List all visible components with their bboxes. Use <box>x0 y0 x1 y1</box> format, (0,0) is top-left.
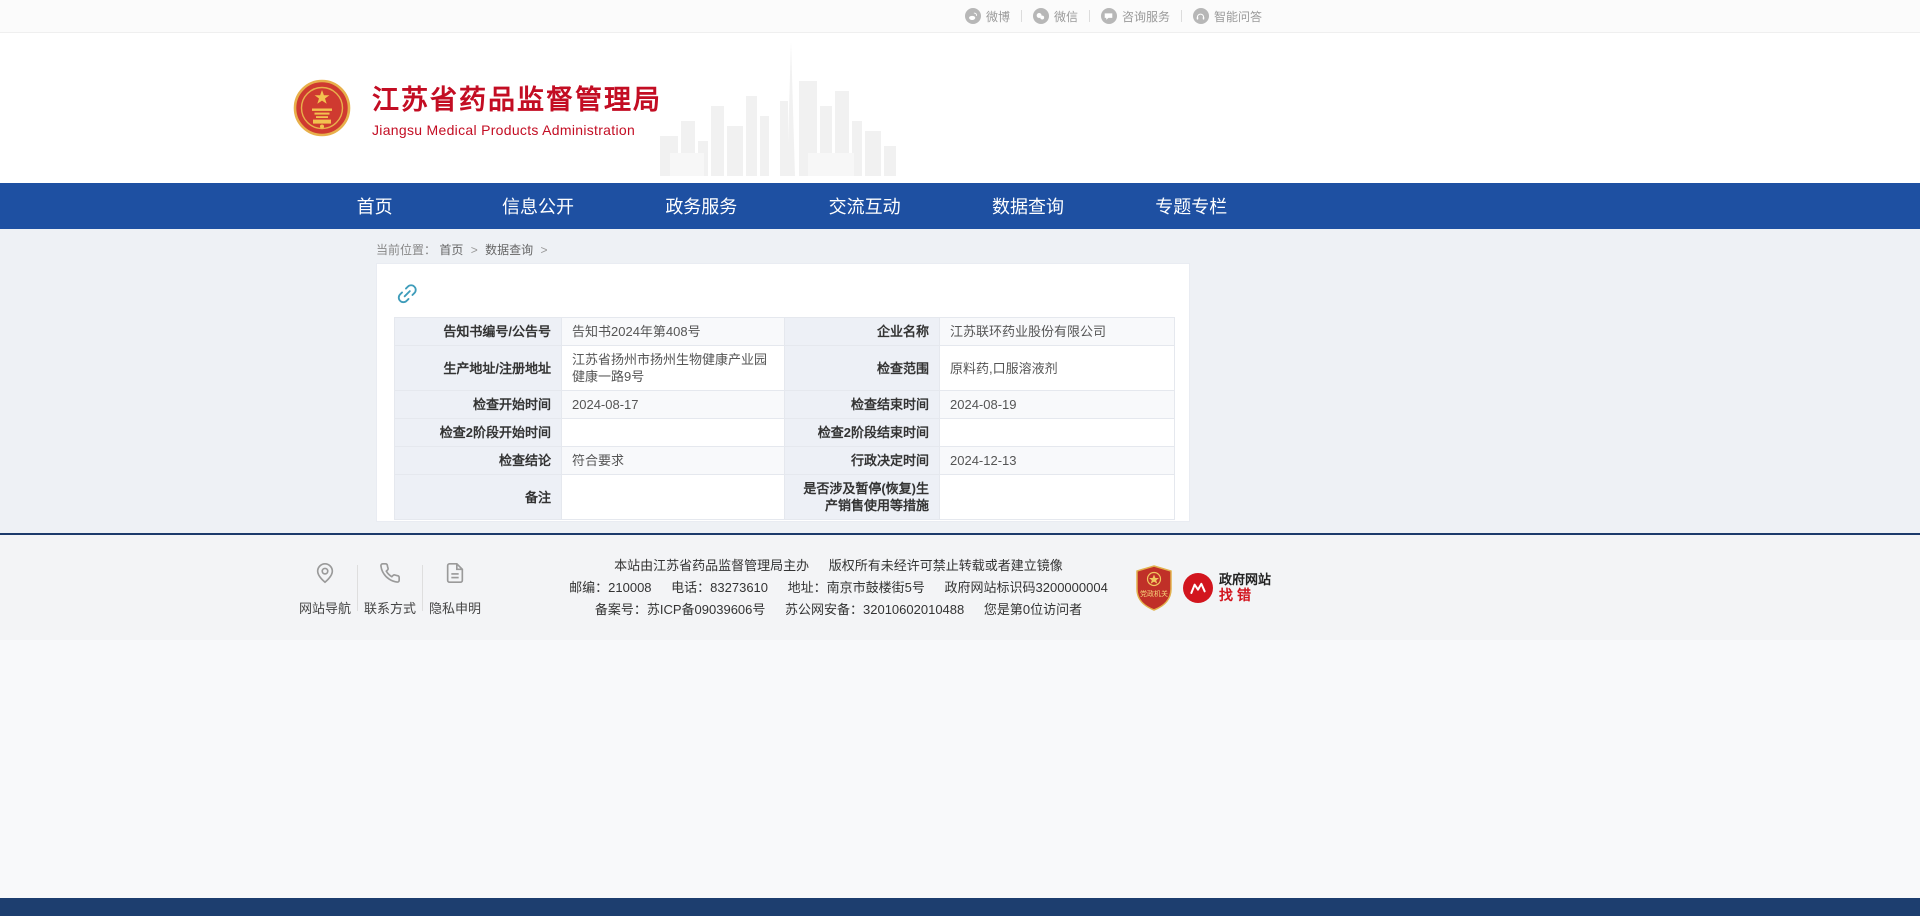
map-pin-icon <box>314 562 336 584</box>
field-value: 2024-08-19 <box>940 391 1175 419</box>
field-label: 备注 <box>395 475 562 520</box>
footer-links: 网站导航 联系方式 隐私申明 <box>293 559 487 617</box>
phone-icon <box>379 562 401 584</box>
site-footer: 网站导航 联系方式 隐私申明 本站由江苏省药品监督管理局主办 版权所有未经许可禁… <box>0 533 1920 640</box>
field-value: 告知书2024年第408号 <box>562 318 785 346</box>
site-title: 江苏省药品监督管理局 <box>372 78 662 117</box>
field-value <box>940 419 1175 447</box>
field-label: 检查开始时间 <box>395 391 562 419</box>
nav-item-gov-services[interactable]: 政务服务 <box>620 183 783 229</box>
city-skyline-graphic <box>660 41 900 176</box>
weibo-icon <box>965 8 981 24</box>
smart-qa-icon <box>1193 8 1209 24</box>
topbar-smart-qa[interactable]: 智能问答 <box>1182 8 1273 25</box>
zhaocuo-title: 政府网站 <box>1219 572 1271 587</box>
nav-item-info-disclosure[interactable]: 信息公开 <box>456 183 619 229</box>
footer-badges: 党政机关 政府网站 找错 <box>1135 565 1273 611</box>
site-subtitle: Jiangsu Medical Products Administration <box>372 122 662 138</box>
field-label: 企业名称 <box>785 318 940 346</box>
field-value: 江苏省扬州市扬州生物健康产业园健康一路9号 <box>562 346 785 391</box>
inspection-detail-table: 告知书编号/公告号 告知书2024年第408号 企业名称 江苏联环药业股份有限公… <box>394 317 1175 520</box>
table-row: 备注 是否涉及暂停(恢复)生产销售使用等措施 <box>395 475 1175 520</box>
content-section: 当前位置： 首页 > 数据查询 > 告知书编号/公告号 告知书2024年第408… <box>0 229 1920 533</box>
table-row: 检查开始时间 2024-08-17 检查结束时间 2024-08-19 <box>395 391 1175 419</box>
breadcrumb-home-link[interactable]: 首页 <box>439 243 463 257</box>
field-value: 原料药,口服溶液剂 <box>940 346 1175 391</box>
footer-link-label: 联系方式 <box>358 598 422 617</box>
footer-link-label: 网站导航 <box>293 598 357 617</box>
topbar-consult-service[interactable]: 咨询服务 <box>1090 8 1181 25</box>
topbar-consult-label: 咨询服务 <box>1122 8 1170 25</box>
footer-info: 本站由江苏省药品监督管理局主办 版权所有未经许可禁止转载或者建立镜像 邮编：21… <box>487 555 1135 621</box>
inspection-detail-card: 告知书编号/公告号 告知书2024年第408号 企业名称 江苏联环药业股份有限公… <box>376 263 1190 522</box>
site-logo[interactable]: 江苏省药品监督管理局 Jiangsu Medical Products Admi… <box>293 78 662 138</box>
field-value: 2024-08-17 <box>562 391 785 419</box>
field-label: 检查结论 <box>395 447 562 475</box>
national-emblem-icon <box>293 79 351 137</box>
field-label: 检查范围 <box>785 346 940 391</box>
table-row: 告知书编号/公告号 告知书2024年第408号 企业名称 江苏联环药业股份有限公… <box>395 318 1175 346</box>
field-value: 符合要求 <box>562 447 785 475</box>
badge-label: 党政机关 <box>1140 589 1168 598</box>
field-label: 是否涉及暂停(恢复)生产销售使用等措施 <box>785 475 940 520</box>
bottom-bar <box>0 898 1920 916</box>
main-nav: 首页 信息公开 政务服务 交流互动 数据查询 专题专栏 <box>0 183 1920 229</box>
footer-link-contact[interactable]: 联系方式 <box>358 559 422 617</box>
field-label: 生产地址/注册地址 <box>395 346 562 391</box>
breadcrumb: 当前位置： 首页 > 数据查询 > <box>376 237 1190 263</box>
footer-link-site-map[interactable]: 网站导航 <box>293 559 357 617</box>
zhaocuo-icon <box>1183 573 1213 603</box>
link-icon <box>392 278 427 313</box>
table-row: 检查2阶段开始时间 检查2阶段结束时间 <box>395 419 1175 447</box>
consult-service-icon <box>1101 8 1117 24</box>
field-value <box>562 475 785 520</box>
footer-line-icp: 备案号：苏ICP备09039606号 苏公网安备：32010602010488 … <box>542 599 1135 621</box>
field-label: 检查结束时间 <box>785 391 940 419</box>
site-header: 江苏省药品监督管理局 Jiangsu Medical Products Admi… <box>0 33 1920 183</box>
breadcrumb-separator: > <box>471 243 478 257</box>
field-value: 江苏联环药业股份有限公司 <box>940 318 1175 346</box>
party-government-badge[interactable]: 党政机关 <box>1135 565 1173 611</box>
breadcrumb-separator: > <box>540 243 547 257</box>
page-background-spacer <box>0 640 1920 898</box>
topbar-wechat[interactable]: 微信 <box>1022 8 1089 25</box>
nav-item-data-query[interactable]: 数据查询 <box>946 183 1109 229</box>
breadcrumb-label: 当前位置： <box>376 243 436 257</box>
nav-item-interaction[interactable]: 交流互动 <box>783 183 946 229</box>
document-icon <box>444 562 466 584</box>
field-label: 行政决定时间 <box>785 447 940 475</box>
field-value: 2024-12-13 <box>940 447 1175 475</box>
field-value <box>940 475 1175 520</box>
table-row: 检查结论 符合要求 行政决定时间 2024-12-13 <box>395 447 1175 475</box>
topbar-weibo-label: 微博 <box>986 8 1010 25</box>
topbar-weibo[interactable]: 微博 <box>954 8 1021 25</box>
field-label: 告知书编号/公告号 <box>395 318 562 346</box>
field-value <box>562 419 785 447</box>
table-row: 生产地址/注册地址 江苏省扬州市扬州生物健康产业园健康一路9号 检查范围 原料药… <box>395 346 1175 391</box>
topbar-qa-label: 智能问答 <box>1214 8 1262 25</box>
field-label: 检查2阶段结束时间 <box>785 419 940 447</box>
wechat-icon <box>1033 8 1049 24</box>
footer-link-label: 隐私申明 <box>423 598 487 617</box>
footer-line-contact: 邮编：210008 电话：83273610 地址：南京市鼓楼街5号 政府网站标识… <box>542 577 1135 599</box>
nav-item-special-topics[interactable]: 专题专栏 <box>1110 183 1273 229</box>
field-label: 检查2阶段开始时间 <box>395 419 562 447</box>
footer-link-privacy[interactable]: 隐私申明 <box>423 559 487 617</box>
footer-line-host: 本站由江苏省药品监督管理局主办 版权所有未经许可禁止转载或者建立镜像 <box>542 555 1135 577</box>
site-error-report-badge[interactable]: 政府网站 找错 <box>1183 572 1271 603</box>
topbar: 微博 微信 咨询服务 智能问答 <box>0 0 1920 33</box>
nav-item-home[interactable]: 首页 <box>293 183 456 229</box>
zhaocuo-subtitle: 找错 <box>1219 587 1271 603</box>
topbar-wechat-label: 微信 <box>1054 8 1078 25</box>
breadcrumb-data-query-link[interactable]: 数据查询 <box>485 243 533 257</box>
